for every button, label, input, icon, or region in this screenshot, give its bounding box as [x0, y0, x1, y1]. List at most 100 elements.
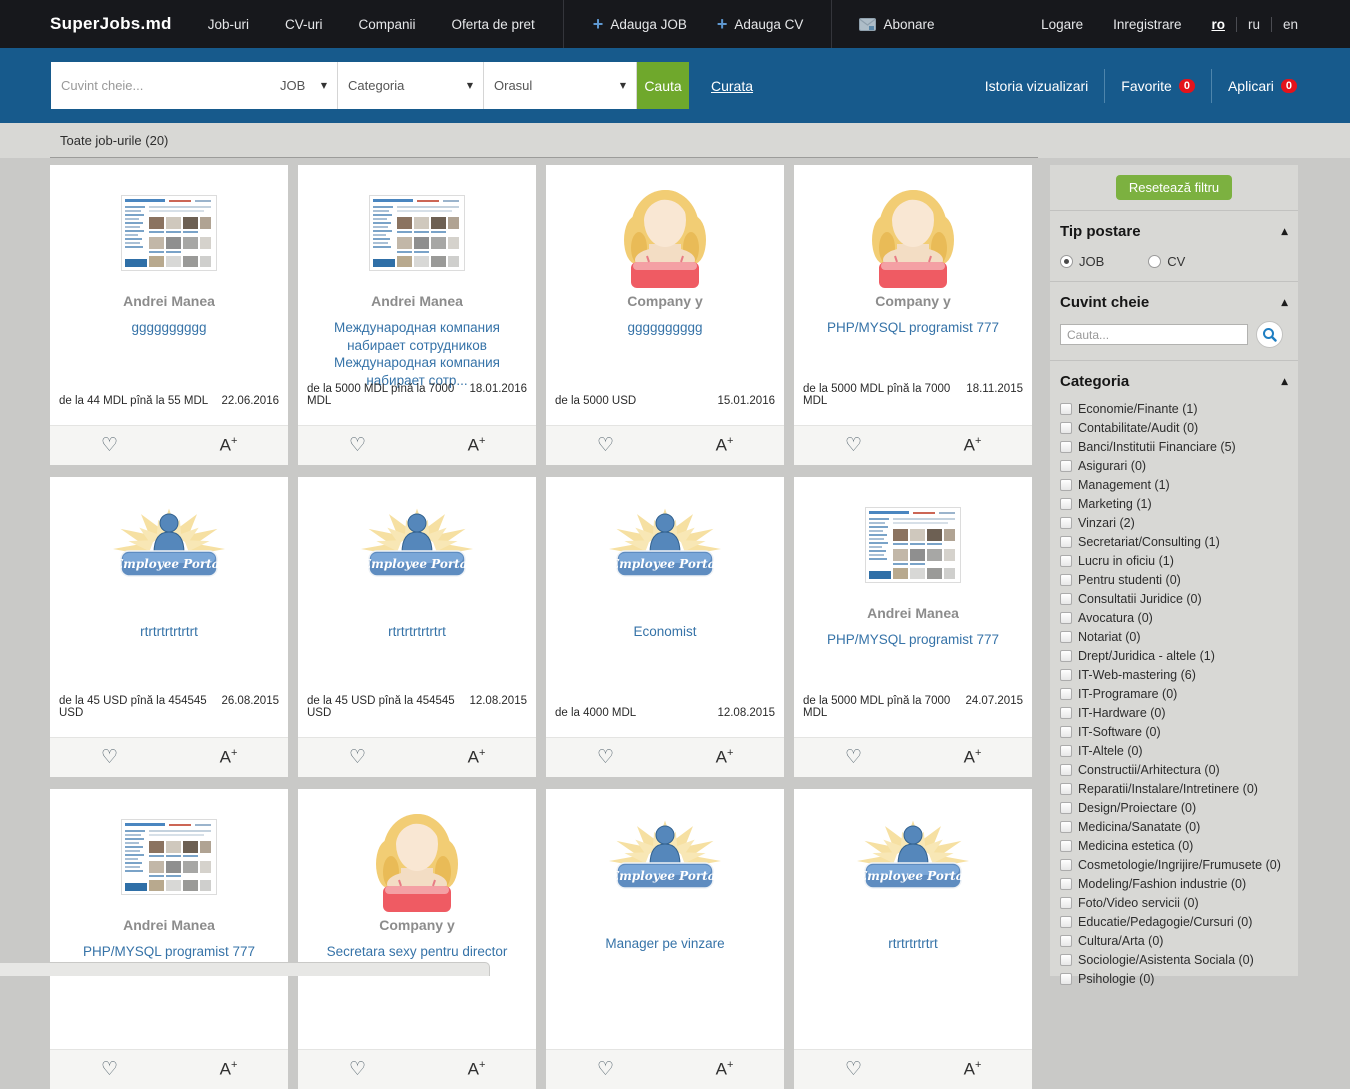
job-card[interactable]: Employee Portal rtrtrtrtrtrtrt de la 45 … — [298, 477, 536, 777]
job-card[interactable]: Employee Portal rtrtrtrtrtrtrt de la 45 … — [50, 477, 288, 777]
collapse-arrow-icon[interactable]: ▲ — [1281, 298, 1288, 308]
category-filter-item[interactable]: Consultatii Juridice (0) — [1060, 589, 1288, 608]
reset-filter-button[interactable]: Resetează filtru — [1116, 175, 1232, 200]
favorite-button[interactable]: ♡ — [298, 738, 417, 777]
favorite-button[interactable]: ♡ — [50, 738, 169, 777]
checkbox-icon[interactable] — [1060, 954, 1072, 966]
category-filter-item[interactable]: Cosmetologie/Ingrijire/Frumusete (0) — [1060, 855, 1288, 874]
category-filter-item[interactable]: Banci/Institutii Financiare (5) — [1060, 437, 1288, 456]
checkbox-icon[interactable] — [1060, 536, 1072, 548]
category-filter-item[interactable]: Psihologie (0) — [1060, 969, 1288, 988]
favorite-button[interactable]: ♡ — [794, 1050, 913, 1089]
apply-button[interactable]: A+ — [417, 426, 536, 465]
category-filter-item[interactable]: IT-Web-mastering (6) — [1060, 665, 1288, 684]
radio-option-job[interactable]: JOB — [1060, 254, 1104, 269]
checkbox-icon[interactable] — [1060, 650, 1072, 662]
favorite-button[interactable]: ♡ — [50, 1050, 169, 1089]
category-filter-item[interactable]: Vinzari (2) — [1060, 513, 1288, 532]
favorite-button[interactable]: ♡ — [546, 1050, 665, 1089]
category-filter-item[interactable]: Notariat (0) — [1060, 627, 1288, 646]
card-job-title-link[interactable]: Secretara sexy pentru director — [298, 943, 536, 961]
checkbox-icon[interactable] — [1060, 916, 1072, 928]
category-filter-item[interactable]: Asigurari (0) — [1060, 456, 1288, 475]
checkbox-icon[interactable] — [1060, 422, 1072, 434]
job-card[interactable]: Employee Portal Company y PHP/MYSQL prog… — [794, 165, 1032, 465]
collapse-arrow-icon[interactable]: ▲ — [1281, 227, 1288, 237]
category-filter-item[interactable]: Constructii/Arhitectura (0) — [1060, 760, 1288, 779]
checkbox-icon[interactable] — [1060, 840, 1072, 852]
job-card[interactable]: Employee Portal Andrei Manea PHP/MYSQL p… — [794, 477, 1032, 777]
category-filter-item[interactable]: Foto/Video servicii (0) — [1060, 893, 1288, 912]
category-filter-item[interactable]: Medicina estetica (0) — [1060, 836, 1288, 855]
radio-option-cv[interactable]: CV — [1148, 254, 1185, 269]
checkbox-icon[interactable] — [1060, 517, 1072, 529]
apply-button[interactable]: A+ — [169, 426, 288, 465]
job-card[interactable]: Employee Portal Economist de la 4000 MDL… — [546, 477, 784, 777]
checkbox-icon[interactable] — [1060, 669, 1072, 681]
category-filter-item[interactable]: Pentru studenti (0) — [1060, 570, 1288, 589]
checkbox-icon[interactable] — [1060, 498, 1072, 510]
apply-button[interactable]: A+ — [913, 426, 1032, 465]
apply-button[interactable]: A+ — [417, 1050, 536, 1089]
category-filter-item[interactable]: Medicina/Sanatate (0) — [1060, 817, 1288, 836]
checkbox-icon[interactable] — [1060, 897, 1072, 909]
card-job-title-link[interactable]: PHP/MYSQL programist 777 — [50, 943, 288, 961]
job-card[interactable]: Employee Portal Andrei Manea PHP/MYSQL p… — [50, 789, 288, 1089]
category-filter-item[interactable]: IT-Programare (0) — [1060, 684, 1288, 703]
keyword-filter-input[interactable] — [1060, 324, 1248, 345]
category-filter-item[interactable]: Lucru in oficiu (1) — [1060, 551, 1288, 570]
favorite-button[interactable]: ♡ — [298, 426, 417, 465]
apply-button[interactable]: A+ — [665, 1050, 784, 1089]
checkbox-icon[interactable] — [1060, 612, 1072, 624]
keyword-search-input[interactable] — [51, 62, 270, 109]
favorite-button[interactable]: ♡ — [50, 426, 169, 465]
post-type-select[interactable]: JOB ▼ — [270, 62, 338, 109]
category-filter-item[interactable]: Economie/Finante (1) — [1060, 399, 1288, 418]
apply-button[interactable]: A+ — [169, 738, 288, 777]
checkbox-icon[interactable] — [1060, 593, 1072, 605]
card-job-title-link[interactable]: Международная компания набирает сотрудни… — [298, 319, 536, 389]
category-filter-item[interactable]: IT-Altele (0) — [1060, 741, 1288, 760]
apply-button[interactable]: A+ — [665, 738, 784, 777]
view-history-link[interactable]: Istoria vizualizari — [985, 78, 1088, 94]
nav-link-pricing[interactable]: Oferta de pret — [452, 17, 535, 32]
category-filter-item[interactable]: Design/Proiectare (0) — [1060, 798, 1288, 817]
apply-button[interactable]: A+ — [913, 738, 1032, 777]
card-job-title-link[interactable]: Economist — [546, 623, 784, 641]
card-job-title-link[interactable]: Manager pe vinzare — [546, 935, 784, 953]
card-job-title-link[interactable]: gggggggggg — [546, 319, 784, 337]
category-filter-item[interactable]: Contabilitate/Audit (0) — [1060, 418, 1288, 437]
checkbox-icon[interactable] — [1060, 726, 1072, 738]
category-filter-item[interactable]: IT-Hardware (0) — [1060, 703, 1288, 722]
checkbox-icon[interactable] — [1060, 859, 1072, 871]
checkbox-icon[interactable] — [1060, 403, 1072, 415]
checkbox-icon[interactable] — [1060, 479, 1072, 491]
category-filter-item[interactable]: Sociologie/Asistenta Sociala (0) — [1060, 950, 1288, 969]
nav-link-jobs[interactable]: Job-uri — [208, 17, 249, 32]
card-job-title-link[interactable]: rtrtrtrtrtrt — [794, 935, 1032, 953]
favorite-button[interactable]: ♡ — [546, 738, 665, 777]
job-card[interactable]: Employee Portal rtrtrtrtrtrt ♡ A+ — [794, 789, 1032, 1089]
category-filter-item[interactable]: Cultura/Arta (0) — [1060, 931, 1288, 950]
clear-search-link[interactable]: Curata — [711, 48, 753, 123]
apply-button[interactable]: A+ — [417, 738, 536, 777]
checkbox-icon[interactable] — [1060, 441, 1072, 453]
job-card[interactable]: Employee Portal Andrei Manea Международн… — [298, 165, 536, 465]
lang-en[interactable]: en — [1283, 17, 1298, 32]
city-select[interactable]: Orasul ▼ — [484, 62, 637, 109]
tab-all-jobs[interactable]: Toate job-urile (20) — [60, 123, 168, 158]
applications-link[interactable]: Aplicari 0 — [1228, 78, 1297, 94]
favorite-button[interactable]: ♡ — [794, 738, 913, 777]
apply-button[interactable]: A+ — [169, 1050, 288, 1089]
job-card[interactable]: Employee Portal Company y gggggggggg de … — [546, 165, 784, 465]
lang-ro[interactable]: ro — [1211, 17, 1225, 32]
checkbox-icon[interactable] — [1060, 688, 1072, 700]
site-logo[interactable]: SuperJobs.md — [50, 14, 172, 34]
checkbox-icon[interactable] — [1060, 802, 1072, 814]
category-filter-item[interactable]: IT-Software (0) — [1060, 722, 1288, 741]
apply-button[interactable]: A+ — [913, 1050, 1032, 1089]
favorite-button[interactable]: ♡ — [298, 1050, 417, 1089]
card-job-title-link[interactable]: rtrtrtrtrtrtrt — [50, 623, 288, 641]
card-job-title-link[interactable]: gggggggggg — [50, 319, 288, 337]
checkbox-icon[interactable] — [1060, 574, 1072, 586]
